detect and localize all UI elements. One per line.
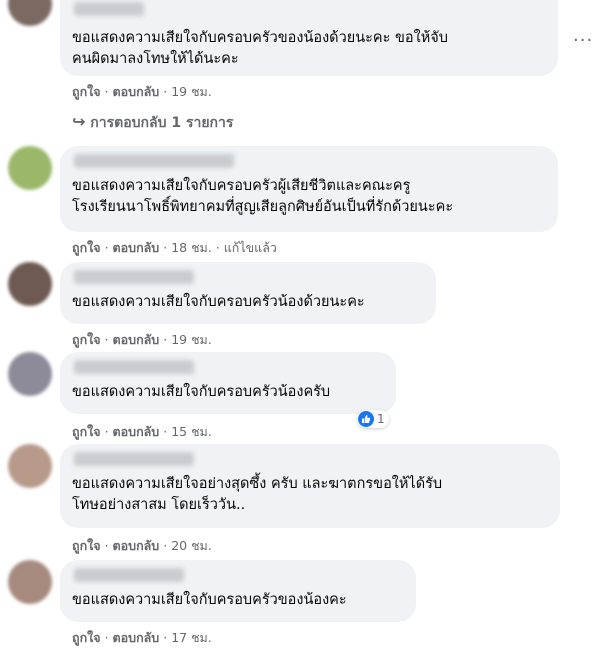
timestamp[interactable]: 19 ชม. (171, 332, 212, 347)
comment-text: ขอแสดงความเสียใจอย่างสุดซึ้ง ครับ และฆาต… (72, 474, 548, 516)
comment-text: ขอแสดงความเสียใจกับครอบครัวของน้องคะ (72, 590, 404, 611)
replies-label: การตอบกลับ 1 รายการ (90, 115, 234, 131)
comment-text-line: ขอแสดงความเสียใจอย่างสุดซึ้ง ครับ และฆาต… (72, 476, 443, 492)
comment-text-line: โรงเรียนนาโพธิ์พิทยาคมที่สูญเสียลูกศิษย์… (72, 199, 454, 215)
reply-link[interactable]: ตอบกลับ (113, 240, 160, 255)
comment-text-line: ขอแสดงความเสียใจกับครอบครัวน้องด้วยนะคะ (72, 294, 365, 310)
avatar[interactable] (8, 560, 52, 604)
separator: · (163, 240, 172, 255)
like-link[interactable]: ถูกใจ (72, 538, 101, 553)
comment-text-line: ขอแสดงความเสียใจกับครอบครัวของน้องด้วยนะ… (72, 30, 448, 46)
like-link[interactable]: ถูกใจ (72, 240, 101, 255)
comment-actions: ถูกใจ · ตอบกลับ · 19 ชม. (72, 330, 212, 350)
author-name-redacted[interactable] (74, 360, 194, 374)
comment-bubble: ขอแสดงความเสียใจกับครอบครัวของน้องคะ (60, 560, 416, 622)
separator: · (163, 424, 172, 439)
comment-text-line: ขอแสดงความเสียใจกับครอบครัวผู้เสียชีวิตแ… (72, 178, 411, 194)
reply-link[interactable]: ตอบกลับ (113, 538, 160, 553)
author-name-redacted[interactable] (74, 154, 234, 168)
like-link[interactable]: ถูกใจ (72, 424, 101, 439)
author-name-redacted[interactable] (74, 2, 144, 16)
separator: · (163, 332, 172, 347)
comment-actions: ถูกใจ · ตอบกลับ · 18 ชม. · แก้ไขแล้ว (72, 238, 277, 258)
reply-link[interactable]: ตอบกลับ (113, 424, 160, 439)
separator: · (104, 424, 113, 439)
like-link[interactable]: ถูกใจ (72, 332, 101, 347)
comment-actions: ถูกใจ · ตอบกลับ · 15 ชม. (72, 422, 212, 442)
timestamp[interactable]: 17 ชม. (171, 630, 212, 645)
like-link[interactable]: ถูกใจ (72, 84, 101, 99)
separator: · (104, 538, 113, 553)
author-name-redacted[interactable] (74, 568, 184, 582)
author-name-redacted[interactable] (74, 452, 194, 466)
reply-link[interactable]: ตอบกลับ (113, 630, 160, 645)
avatar[interactable] (8, 444, 52, 488)
comment-actions: ถูกใจ · ตอบกลับ · 17 ชม. (72, 628, 212, 648)
separator: · (104, 240, 113, 255)
comment-bubble: ขอแสดงความเสียใจกับครอบครัวน้องด้วยนะคะ (60, 262, 436, 324)
separator: · (104, 332, 113, 347)
reply-arrow-icon: ↪ (72, 112, 86, 131)
reply-link[interactable]: ตอบกลับ (113, 84, 160, 99)
comment-bubble: ขอแสดงความเสียใจกับครอบครัวของน้องด้วยนะ… (60, 0, 558, 76)
comment-bubble: ขอแสดงความเสียใจกับครอบครัวน้องครับ (60, 352, 396, 414)
comment-text: ขอแสดงความเสียใจกับครอบครัวน้องด้วยนะคะ (72, 292, 424, 313)
separator: · (163, 538, 172, 553)
avatar[interactable] (8, 0, 52, 26)
like-link[interactable]: ถูกใจ (72, 630, 101, 645)
comment-text: ขอแสดงความเสียใจกับครอบครัวน้องครับ (72, 382, 384, 403)
reply-link[interactable]: ตอบกลับ (113, 332, 160, 347)
separator: · (104, 630, 113, 645)
reaction-summary[interactable]: 1 (357, 410, 389, 428)
separator: · (215, 240, 224, 255)
comment-text: ขอแสดงความเสียใจกับครอบครัวผู้เสียชีวิตแ… (72, 176, 546, 218)
author-name-redacted[interactable] (74, 270, 194, 284)
comment-actions: ถูกใจ · ตอบกลับ · 19 ชม. (72, 82, 212, 102)
comment-bubble: ขอแสดงความเสียใจกับครอบครัวผู้เสียชีวิตแ… (60, 146, 558, 232)
comment-bubble: ขอแสดงความเสียใจอย่างสุดซึ้ง ครับ และฆาต… (60, 444, 560, 528)
comment-text-line: โทษอย่างสาสม โดยเร็ววัน.. (72, 497, 246, 513)
ellipsis-icon[interactable]: ··· (573, 30, 593, 51)
avatar[interactable] (8, 262, 52, 306)
comment-text-line: คนผิดมาลงโทษให้ได้นะคะ (72, 51, 239, 67)
separator: · (163, 84, 172, 99)
comment-text: ขอแสดงความเสียใจกับครอบครัวของน้องด้วยนะ… (72, 28, 546, 70)
avatar[interactable] (8, 352, 52, 396)
like-thumb-icon (358, 411, 374, 427)
comment-actions: ถูกใจ · ตอบกลับ · 20 ชม. (72, 536, 212, 556)
edited-label[interactable]: แก้ไขแล้ว (224, 240, 277, 255)
timestamp[interactable]: 15 ชม. (171, 424, 212, 439)
separator: · (163, 630, 172, 645)
timestamp[interactable]: 20 ชม. (171, 538, 212, 553)
comment-text-line: ขอแสดงความเสียใจกับครอบครัวน้องครับ (72, 384, 331, 400)
avatar[interactable] (8, 146, 52, 190)
separator: · (104, 84, 113, 99)
comment-text-line: ขอแสดงความเสียใจกับครอบครัวของน้องคะ (72, 592, 347, 608)
reaction-count: 1 (377, 412, 385, 426)
view-replies-link[interactable]: ↪ การตอบกลับ 1 รายการ (72, 112, 233, 134)
timestamp[interactable]: 18 ชม. (171, 240, 212, 255)
timestamp[interactable]: 19 ชม. (171, 84, 212, 99)
